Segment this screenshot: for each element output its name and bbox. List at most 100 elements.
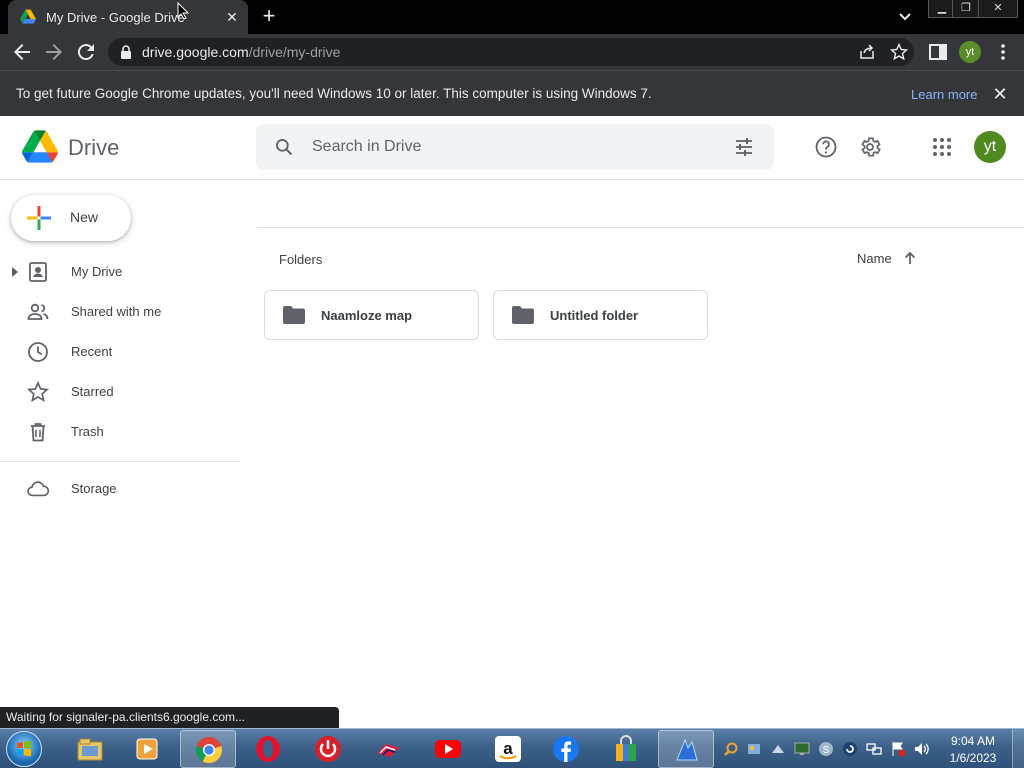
search-input[interactable]: [312, 131, 712, 163]
start-button[interactable]: [6, 731, 42, 767]
taskbar-youtube[interactable]: [420, 730, 476, 768]
drive-app-name[interactable]: Drive: [68, 135, 119, 161]
browser-tab[interactable]: My Drive - Google Drive ✕: [8, 0, 248, 34]
taskbar-power-app[interactable]: [300, 730, 356, 768]
new-tab-button[interactable]: +: [258, 5, 280, 28]
taskbar-chrome[interactable]: [180, 730, 236, 768]
taskbar-pinned-app[interactable]: [658, 730, 714, 768]
bookmark-star-icon[interactable]: [890, 43, 908, 61]
tray-app-icon[interactable]: [746, 741, 762, 757]
drive-logo-icon[interactable]: [22, 130, 58, 163]
folder-icon: [283, 306, 305, 324]
search-icon[interactable]: [274, 137, 294, 157]
main-divider: [257, 227, 1024, 228]
cloud-icon: [27, 481, 49, 497]
folder-card[interactable]: Naamloze map: [264, 290, 479, 340]
taskbar-store[interactable]: [598, 730, 654, 768]
taskbar-facebook[interactable]: [538, 730, 594, 768]
my-drive-icon: [29, 262, 47, 282]
amazon-icon: a: [495, 736, 521, 762]
taskbar-amazon[interactable]: a: [480, 730, 536, 768]
side-panel-icon[interactable]: [928, 42, 948, 62]
taskbar-media-player[interactable]: [120, 730, 176, 768]
more-vert-icon[interactable]: [993, 42, 1013, 62]
sidebar-item-recent[interactable]: Recent: [0, 335, 240, 369]
expand-caret-icon[interactable]: [12, 267, 18, 277]
restore-button[interactable]: ❐: [952, 0, 980, 18]
tray-monitor-icon[interactable]: [794, 741, 810, 757]
folder-icon: [512, 306, 534, 324]
infobar-close-icon[interactable]: ✕: [990, 84, 1010, 104]
tab-title: My Drive - Google Drive: [46, 9, 185, 25]
update-infobar: To get future Google Chrome updates, you…: [0, 70, 1024, 116]
clock-time[interactable]: 9:04 AM: [944, 734, 1002, 748]
sidebar-item-label: Trash: [71, 424, 104, 439]
svg-text:S: S: [823, 745, 830, 756]
reload-icon[interactable]: [74, 40, 98, 64]
taskbar-opera[interactable]: [240, 730, 296, 768]
tab-close-icon[interactable]: ✕: [224, 9, 240, 25]
tray-volume-icon[interactable]: [914, 741, 930, 757]
sidebar-item-label: Recent: [71, 344, 113, 359]
settings-gear-icon[interactable]: [858, 135, 882, 159]
file-explorer-icon: [77, 738, 103, 761]
tray-skype-icon[interactable]: S: [818, 741, 834, 757]
sort-by-name-button[interactable]: Name: [857, 251, 892, 266]
star-icon: [27, 381, 49, 403]
back-arrow-icon[interactable]: [10, 40, 34, 64]
drive-search-box: [256, 124, 774, 170]
windows-logo-icon: [17, 740, 31, 757]
sidebar-item-my-drive[interactable]: My Drive: [0, 255, 240, 289]
url-text[interactable]: drive.google.com/drive/my-drive: [142, 44, 340, 60]
tab-search-chevron-icon[interactable]: [896, 8, 914, 26]
profile-avatar[interactable]: yt: [959, 41, 981, 63]
forward-arrow-icon[interactable]: [42, 40, 66, 64]
account-avatar[interactable]: yt: [974, 131, 1006, 163]
sidebar-item-starred[interactable]: Starred: [0, 375, 240, 409]
sidebar-item-label: Shared with me: [71, 304, 162, 319]
sort-ascending-arrow-icon[interactable]: [902, 250, 918, 266]
sidebar-item-shared-with-me[interactable]: Shared with me: [0, 295, 240, 329]
sidebar-item-label: Starred: [71, 384, 114, 399]
taskbar-bank-app[interactable]: [360, 730, 416, 768]
mouse-cursor-icon: [177, 2, 189, 20]
new-button-label: New: [70, 209, 99, 225]
browser-toolbar: drive.google.com/drive/my-drive yt: [0, 34, 1024, 70]
close-window-button[interactable]: ✕: [978, 0, 1018, 18]
search-options-tune-icon[interactable]: [734, 137, 754, 157]
sidebar-item-storage[interactable]: Storage: [0, 472, 240, 506]
tray-action-center-icon[interactable]: [890, 741, 906, 757]
drive-header: Drive yt: [0, 116, 1024, 180]
lock-icon[interactable]: [120, 45, 132, 59]
sidebar-item-trash[interactable]: Trash: [0, 415, 240, 449]
infobar-message: To get future Google Chrome updates, you…: [16, 86, 652, 101]
loading-status-bubble: Waiting for signaler-pa.clients6.google.…: [0, 707, 339, 728]
folder-name: Naamloze map: [321, 308, 413, 323]
youtube-icon: [435, 740, 461, 758]
clock-date[interactable]: 1/6/2023: [944, 751, 1002, 765]
chrome-icon: [196, 737, 222, 764]
tray-search-icon[interactable]: [723, 741, 739, 757]
store-bag-icon: [616, 735, 636, 761]
clock-icon: [28, 342, 48, 362]
folder-name: Untitled folder: [550, 308, 639, 323]
sidebar-item-label: Storage: [71, 481, 117, 496]
apps-grid-icon[interactable]: [930, 135, 954, 159]
address-bar[interactable]: drive.google.com/drive/my-drive: [108, 38, 914, 66]
media-player-icon: [136, 738, 158, 760]
learn-more-link[interactable]: Learn more: [911, 87, 977, 102]
svg-text:a: a: [503, 739, 513, 758]
new-button[interactable]: New: [11, 195, 131, 241]
tray-network-icon[interactable]: [866, 741, 882, 757]
share-icon[interactable]: [858, 43, 876, 61]
taskbar-explorer[interactable]: [62, 730, 118, 768]
facebook-icon: [553, 736, 579, 762]
help-icon[interactable]: [814, 135, 838, 159]
bank-flag-icon: [377, 744, 399, 757]
show-desktop-button[interactable]: [1012, 729, 1024, 768]
tray-network-app-icon[interactable]: [770, 741, 786, 757]
tray-sync-icon[interactable]: [842, 741, 858, 757]
power-icon: [315, 736, 341, 762]
plus-icon: [27, 206, 51, 230]
folder-card[interactable]: Untitled folder: [493, 290, 708, 340]
